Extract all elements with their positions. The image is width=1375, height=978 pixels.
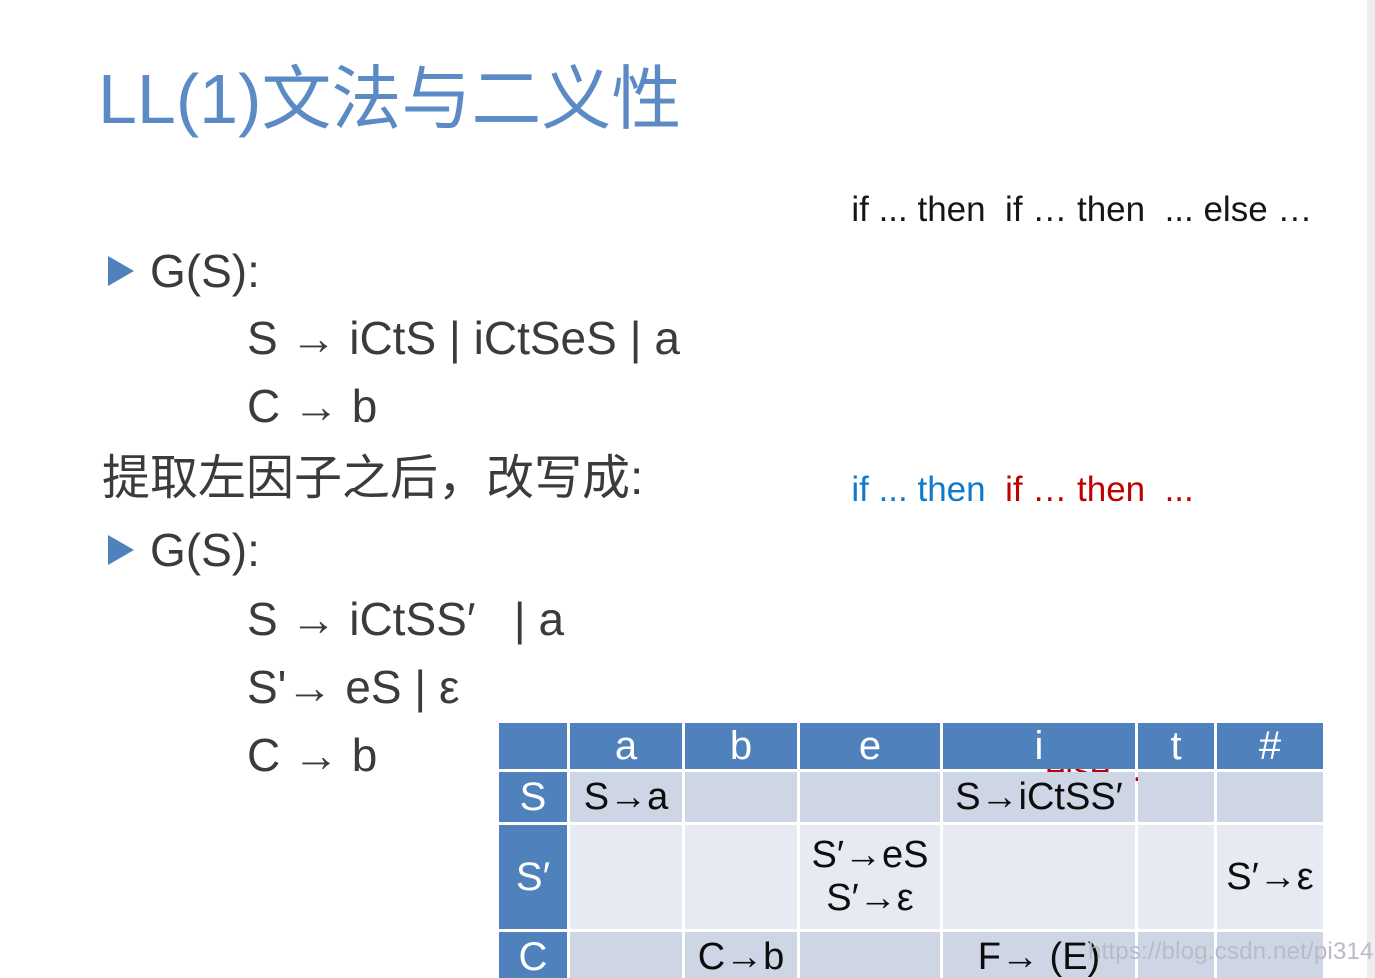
table-cell: S′→eS S′→ε (800, 825, 940, 929)
code-segment: if … then ... (1005, 470, 1194, 509)
page-title: LL(1)文法与二义性 (98, 60, 682, 138)
production-line: S → iCtSS′ | a (247, 593, 565, 645)
table-row: S′ S′→eS S′→ε S′→ε (499, 825, 1323, 929)
table-cell: C→b (685, 932, 797, 978)
table-header-cell-a: a (570, 723, 682, 769)
table-cell: S′→ε (1217, 825, 1323, 929)
table-cell (800, 772, 940, 822)
bullet-item-grammar-2: G(S): (108, 524, 260, 576)
code-segment: if ... then if … then ... else … (851, 190, 1313, 229)
table-row-label: S (499, 772, 567, 822)
table-cell (1217, 772, 1323, 822)
bullet-item-grammar-1: G(S): (108, 245, 260, 297)
table-header-cell-b: b (685, 723, 797, 769)
table-cell (570, 932, 682, 978)
table-cell (685, 825, 797, 929)
code-line-2: if ... then if … then ... (793, 406, 1363, 574)
table-cell: S→iCtSS′ (943, 772, 1135, 822)
watermark-text: https://blog.csdn.net/pi31415926535x (1088, 938, 1375, 965)
code-segment: if ... then (851, 470, 1006, 509)
table-header-cell-e: e (800, 723, 940, 769)
bullet-label: G(S): (150, 245, 260, 297)
table-header-cell-corner (499, 723, 567, 769)
production-line: C → b (247, 729, 378, 781)
table-cell (685, 772, 797, 822)
production-line: C → b (247, 380, 378, 432)
table-cell (800, 932, 940, 978)
table-cell (943, 825, 1135, 929)
table-row-label: S′ (499, 825, 567, 929)
triangle-bullet-icon (108, 256, 134, 286)
code-line-1: if ... then if … then ... else … (793, 126, 1363, 294)
table-header-cell-i: i (943, 723, 1135, 769)
production-line: S → iCtS | iCtSeS | a (247, 312, 680, 364)
table-header: a b e i t # (499, 723, 1323, 769)
table-cell (1138, 772, 1214, 822)
triangle-bullet-icon (108, 535, 134, 565)
table-cell (1138, 825, 1214, 929)
table-row: S S→a S→iCtSS′ (499, 772, 1323, 822)
table-row-label: C (499, 932, 567, 978)
table-header-cell-hash: # (1217, 723, 1323, 769)
table-cell (570, 825, 682, 929)
production-line: S'→ eS | ε (247, 661, 460, 713)
table-header-row: a b e i t # (499, 723, 1323, 769)
slide-canvas: LL(1)文法与二义性 if ... then if … then ... el… (0, 0, 1375, 978)
right-edge-strip (1367, 0, 1375, 978)
table-header-cell-t: t (1138, 723, 1214, 769)
bullet-label: G(S): (150, 524, 260, 576)
left-factoring-note: 提取左因子之后，改写成: (102, 452, 644, 505)
table-cell: S→a (570, 772, 682, 822)
